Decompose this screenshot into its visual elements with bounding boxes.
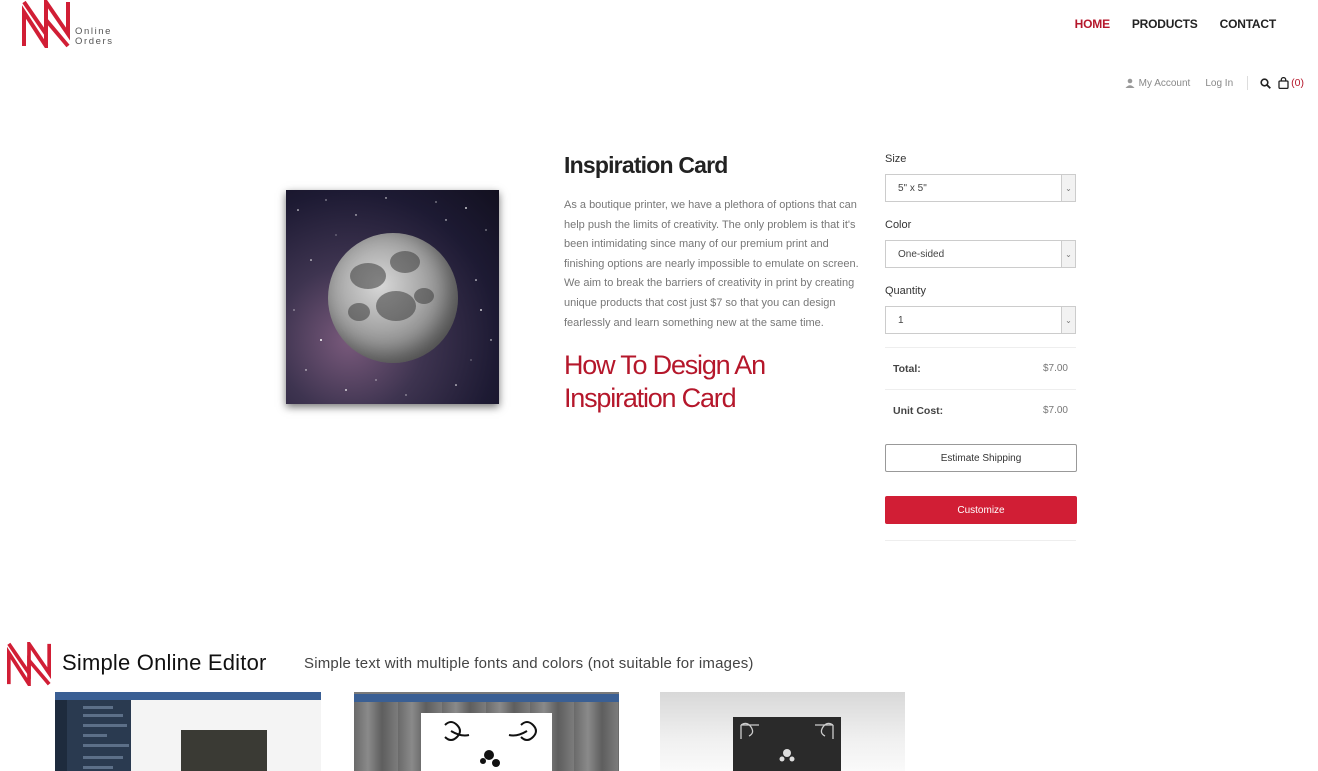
- chevron-down-icon: ⌄: [1061, 307, 1075, 333]
- nav-contact[interactable]: CONTACT: [1220, 17, 1277, 31]
- user-icon: [1125, 78, 1135, 88]
- logo-icon: [7, 642, 51, 686]
- main-nav: HOME PRODUCTS CONTACT: [1075, 17, 1277, 31]
- estimate-shipping-button[interactable]: Estimate Shipping: [885, 444, 1077, 472]
- logo-text: Online Orders: [75, 27, 114, 47]
- editor-screenshot-3[interactable]: [660, 692, 905, 771]
- total-label: Total:: [893, 362, 921, 375]
- nav-home[interactable]: HOME: [1075, 17, 1110, 31]
- how-to-design-heading[interactable]: How To Design An Inspiration Card: [564, 349, 824, 415]
- customize-button[interactable]: Customize: [885, 496, 1077, 524]
- size-select[interactable]: 5" x 5" ⌄: [885, 174, 1076, 202]
- size-select-value: 5" x 5": [898, 182, 927, 194]
- product-description: As a boutique printer, we have a plethor…: [564, 199, 859, 329]
- moon-graphic: [328, 233, 458, 363]
- my-account-link[interactable]: My Account: [1139, 78, 1191, 89]
- editor-section-subtitle: Simple text with multiple fonts and colo…: [304, 655, 754, 672]
- unit-cost-value: $7.00: [1042, 405, 1068, 416]
- util-divider: [1247, 76, 1249, 90]
- editor-screenshot-2[interactable]: [354, 692, 619, 771]
- chevron-down-icon: ⌄: [1061, 241, 1075, 267]
- ornament-graphic: [444, 721, 537, 767]
- shopping-bag-icon[interactable]: [1278, 77, 1289, 89]
- utility-bar: My Account Log In (0): [1125, 76, 1304, 90]
- logo-text-line2: Orders: [75, 36, 114, 47]
- quantity-select-value: 1: [898, 314, 904, 326]
- quantity-select[interactable]: 1 ⌄: [885, 306, 1076, 334]
- color-select[interactable]: One-sided ⌄: [885, 240, 1076, 268]
- nav-products[interactable]: PRODUCTS: [1132, 17, 1198, 31]
- site-logo[interactable]: Online Orders: [22, 0, 132, 50]
- unit-cost-label: Unit Cost:: [893, 404, 944, 417]
- log-in-link[interactable]: Log In: [1205, 78, 1233, 89]
- unit-cost-row: Unit Cost: $7.00: [885, 389, 1076, 431]
- ornament-graphic: [740, 722, 834, 762]
- quantity-label: Quantity: [885, 285, 926, 297]
- total-row: Total: $7.00: [885, 347, 1076, 389]
- editor-screenshot-1[interactable]: [55, 692, 321, 771]
- color-label: Color: [885, 219, 912, 231]
- color-select-value: One-sided: [898, 248, 945, 260]
- size-label: Size: [885, 153, 907, 165]
- chevron-down-icon: ⌄: [1061, 175, 1075, 201]
- panel-divider: [885, 540, 1076, 541]
- search-icon[interactable]: [1260, 77, 1272, 89]
- product-image: [286, 190, 499, 404]
- logo-icon: [22, 0, 70, 48]
- editor-section-title: Simple Online Editor: [62, 650, 267, 675]
- product-title: Inspiration Card: [564, 152, 728, 178]
- cart-count[interactable]: (0): [1291, 77, 1304, 89]
- total-value: $7.00: [1042, 363, 1068, 374]
